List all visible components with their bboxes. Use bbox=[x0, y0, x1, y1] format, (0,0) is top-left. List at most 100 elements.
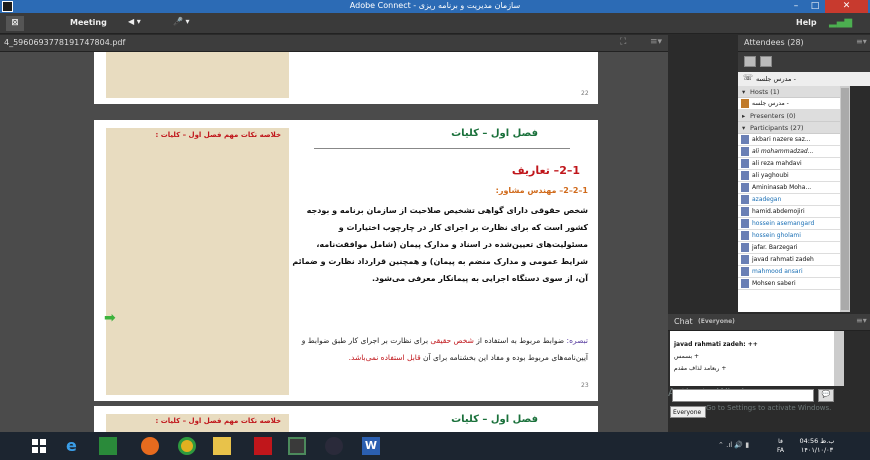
chat-scrollbar[interactable] bbox=[834, 331, 844, 386]
attendees-list[interactable]: ▾ Hosts (1) مدرس جلسه - ▸ Presenters (0) ▾… bbox=[738, 86, 840, 312]
participant-row[interactable]: ali yaghoubi bbox=[738, 170, 840, 182]
note-highlight-1: شخص حقیقی bbox=[430, 336, 474, 345]
status-icon: ☏ bbox=[743, 73, 754, 82]
pod-menu-icon[interactable]: ≡▾ bbox=[856, 316, 867, 325]
windows-start-icon[interactable] bbox=[32, 439, 46, 453]
shared-filename: 4_5960693778191747804.pdf bbox=[4, 38, 126, 47]
person-icon bbox=[741, 159, 749, 168]
send-message-icon[interactable]: 💬 bbox=[818, 389, 834, 402]
chat-recipient-select[interactable]: Everyone bbox=[670, 406, 706, 418]
page-sidebar bbox=[106, 52, 289, 98]
participant-name: hossein asemangard bbox=[752, 220, 815, 227]
participant-name: hamid.abdemojiri bbox=[752, 208, 805, 215]
chat-input[interactable] bbox=[672, 389, 814, 402]
pdf-page: خلاصه نکات مهم فصل اول – کلیات : فصل اول… bbox=[94, 120, 598, 401]
participants-label: Participants (27) bbox=[750, 124, 804, 132]
participant-row[interactable]: Mohsen saberi bbox=[738, 278, 840, 290]
participant-name: Amininasab Moha... bbox=[752, 184, 812, 191]
attendees-pod-header: Attendees (28) ≡▾ bbox=[738, 35, 870, 52]
participant-row[interactable]: javad rahmati zadeh bbox=[738, 254, 840, 266]
chat-messages: javad rahmati zadeh: ++ + بسمس + ربعامد … bbox=[670, 331, 834, 386]
participant-row[interactable]: mahmood ansari bbox=[738, 266, 840, 278]
presenters-label: Presenters (0) bbox=[750, 112, 796, 120]
chat-pod-header: Chat (Everyone) ≡▾ bbox=[668, 314, 870, 331]
share-pod-header: 4_5960693778191747804.pdf ⛶ ≡▾ bbox=[0, 35, 668, 52]
chat-message: + ربعامد لذاف مقدم bbox=[674, 365, 727, 372]
body-paragraph: شخص حقوقی دارای گواهی تشخیص صلاحیت از سا… bbox=[292, 206, 588, 283]
nox-player-icon[interactable] bbox=[325, 437, 343, 455]
participants-group[interactable]: ▾ Participants (27) bbox=[738, 122, 840, 134]
participant-row[interactable]: akbari nazere saz... bbox=[738, 134, 840, 146]
host-name: مدرس جلسه - bbox=[752, 100, 789, 107]
input-language[interactable]: فا FA bbox=[777, 437, 784, 455]
adobe-connect-logo-icon: ⊠ bbox=[6, 16, 24, 31]
participant-name: azadegan bbox=[752, 196, 782, 203]
attendees-title: Attendees (28) bbox=[744, 38, 804, 47]
edge-browser-icon[interactable]: e bbox=[66, 437, 84, 455]
participant-row[interactable]: hamid.abdemojiri bbox=[738, 206, 840, 218]
person-icon bbox=[741, 195, 749, 204]
participant-name: javad rahmati zadeh bbox=[752, 256, 814, 263]
hosts-label: Hosts (1) bbox=[750, 88, 780, 96]
participant-row[interactable]: hossein gholami bbox=[738, 230, 840, 242]
store-icon[interactable] bbox=[99, 437, 117, 455]
current-user-status[interactable]: ☏ مدرس جلسه - bbox=[738, 72, 870, 86]
clock[interactable]: 04:56 ب.ظ ۱۴۰۱/۱۰/۰۳ bbox=[797, 437, 837, 455]
attendees-count: (28) bbox=[787, 38, 804, 47]
speaker-icon[interactable]: ◀ ▾ bbox=[128, 17, 141, 26]
hosts-group[interactable]: ▾ Hosts (1) bbox=[738, 86, 840, 98]
person-icon bbox=[741, 231, 749, 240]
chat-scope: (Everyone) bbox=[698, 318, 735, 325]
adobe-connect-task-icon[interactable] bbox=[288, 437, 306, 455]
firefox-icon[interactable] bbox=[141, 437, 159, 455]
windows-taskbar: e W ⌃ .ıl 🔊 ▮ فا FA 04:56 ب.ظ ۱۴۰۱/۱۰/۰۳ bbox=[0, 432, 870, 460]
sidebar-title: خلاصه نکات مهم فصل اول – کلیات : bbox=[155, 417, 281, 425]
help-menu[interactable]: Help bbox=[796, 18, 817, 27]
attendees-toolbar bbox=[738, 52, 870, 72]
pdf-page: 22 bbox=[94, 52, 598, 104]
host-icon bbox=[741, 99, 749, 108]
microphone-icon[interactable]: 🎤 ▾ bbox=[173, 17, 190, 26]
list-view-icon[interactable] bbox=[744, 56, 756, 67]
page-number: 23 bbox=[581, 382, 589, 389]
person-icon bbox=[741, 255, 749, 264]
pod-menu-icon[interactable]: ≡▾ bbox=[856, 37, 867, 46]
document-viewer[interactable]: 22 خلاصه نکات مهم فصل اول – کلیات : فصل … bbox=[0, 52, 668, 432]
scrollbar-thumb[interactable] bbox=[841, 88, 849, 310]
minimize-button[interactable]: – bbox=[787, 0, 805, 13]
word-icon[interactable]: W bbox=[362, 437, 380, 455]
participant-row[interactable]: azadegan bbox=[738, 194, 840, 206]
page-number: 22 bbox=[581, 90, 589, 97]
system-tray-icons[interactable]: ⌃ .ıl 🔊 ▮ bbox=[718, 441, 749, 449]
window-title: Adobe Connect - سازمان مدیریت و برنامه ر… bbox=[349, 1, 521, 10]
participant-row[interactable]: Amininasab Moha... bbox=[738, 182, 840, 194]
meeting-menu[interactable]: Meeting bbox=[70, 18, 107, 27]
pdf-page: خلاصه نکات مهم فصل اول – کلیات : فصل اول… bbox=[94, 406, 598, 432]
file-explorer-icon[interactable] bbox=[213, 437, 231, 455]
person-icon bbox=[741, 135, 749, 144]
presenters-group[interactable]: ▸ Presenters (0) bbox=[738, 110, 840, 122]
close-button[interactable]: ✕ bbox=[825, 0, 868, 13]
attendees-scrollbar[interactable] bbox=[840, 86, 850, 312]
activation-watermark-sub: Go to Settings to activate Windows. bbox=[706, 404, 832, 412]
person-icon bbox=[741, 267, 749, 276]
pod-menu-icon[interactable]: ≡▾ bbox=[650, 37, 662, 47]
participant-row[interactable]: ali reza mahdavi bbox=[738, 158, 840, 170]
page-sidebar: خلاصه نکات مهم فصل اول – کلیات : bbox=[106, 128, 289, 395]
host-row[interactable]: مدرس جلسه - bbox=[738, 98, 840, 110]
section-heading: 1–2– تعاریف bbox=[511, 164, 580, 177]
participant-row[interactable]: jafar. Barzegari bbox=[738, 242, 840, 254]
maximize-button[interactable]: □ bbox=[806, 0, 824, 13]
chat-title: Chat bbox=[674, 317, 693, 326]
acrobat-icon[interactable] bbox=[254, 437, 272, 455]
breakout-view-icon[interactable] bbox=[760, 56, 772, 67]
chrome-icon[interactable] bbox=[178, 437, 196, 455]
fullscreen-icon[interactable]: ⛶ bbox=[620, 37, 626, 47]
menu-bar: ⊠ Meeting ◀ ▾ 🎤 ▾ Help ▂▄▆ bbox=[0, 13, 870, 34]
person-icon bbox=[741, 183, 749, 192]
participant-name: jafar. Barzegari bbox=[752, 244, 798, 251]
participant-row[interactable]: ali mohammadzad... bbox=[738, 146, 840, 158]
participant-row[interactable]: hossein asemangard bbox=[738, 218, 840, 230]
page-sidebar: خلاصه نکات مهم فصل اول – کلیات : bbox=[106, 414, 289, 432]
ime-label: فا bbox=[778, 438, 783, 445]
